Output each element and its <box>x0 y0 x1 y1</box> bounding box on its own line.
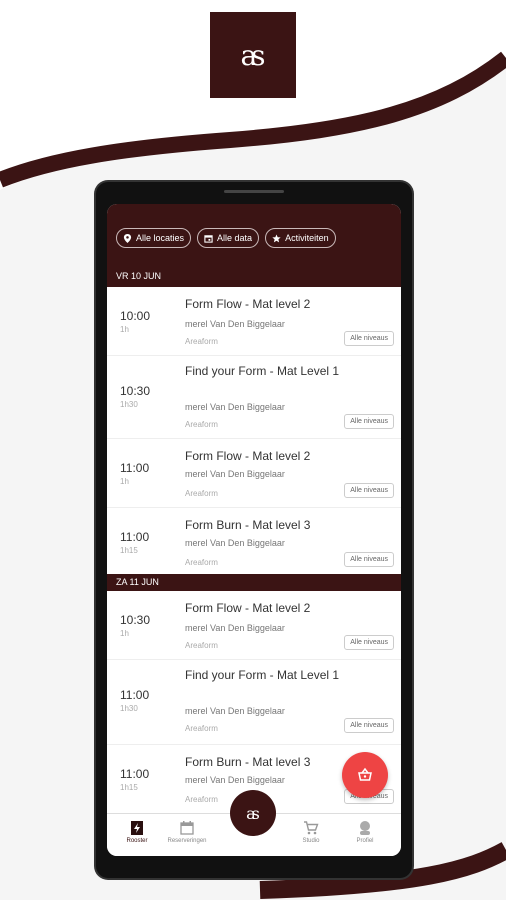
class-title: Find your Form - Mat Level 1 <box>185 668 340 682</box>
filter-dates[interactable]: Alle data <box>197 228 260 248</box>
class-time: 10:00 <box>120 309 151 323</box>
tab-label: Studio <box>302 838 320 844</box>
tab-studio[interactable]: Studio <box>291 820 331 844</box>
class-title: Form Flow - Mat level 2 <box>185 601 311 615</box>
class-row[interactable]: 10:30 1h Form Flow - Mat level 2 merel V… <box>107 591 401 660</box>
class-time: 11:00 <box>120 688 150 702</box>
tab-reserveringen[interactable]: Reserveringen <box>167 820 207 844</box>
class-duration: 1h30 <box>120 704 138 713</box>
filter-label: Alle data <box>217 233 253 243</box>
level-badge: Alle niveaus <box>344 718 394 733</box>
map-pin-icon <box>123 233 132 243</box>
class-duration: 1h <box>120 477 129 486</box>
logo-text: as <box>240 38 265 72</box>
class-row[interactable]: 10:00 1h Form Flow - Mat level 2 merel V… <box>107 287 401 356</box>
class-teacher: merel Van Den Biggelaar <box>185 775 285 785</box>
center-logo-button[interactable]: as <box>230 790 276 836</box>
class-duration: 1h15 <box>120 783 138 792</box>
schedule-icon <box>129 820 145 836</box>
logo-text: as <box>246 803 260 823</box>
filter-label: Alle locaties <box>136 233 185 243</box>
calendar-icon <box>204 234 213 243</box>
class-location: Areaform <box>185 724 218 733</box>
class-row[interactable]: 11:00 1h15 Form Burn - Mat level 3 merel… <box>107 508 401 574</box>
class-teacher: merel Van Den Biggelaar <box>185 402 285 412</box>
tab-label: Profiel <box>356 838 374 844</box>
class-location: Areaform <box>185 420 218 429</box>
tab-rooster[interactable]: Rooster <box>117 820 157 844</box>
tab-label: Reserveringen <box>167 838 207 844</box>
class-teacher: merel Van Den Biggelaar <box>185 469 285 479</box>
class-title: Form Burn - Mat level 3 <box>185 755 311 769</box>
class-teacher: merel Van Den Biggelaar <box>185 538 285 548</box>
tab-profiel[interactable]: Profiel <box>345 820 385 844</box>
class-title: Form Burn - Mat level 3 <box>185 518 311 532</box>
class-duration: 1h <box>120 325 129 334</box>
class-location: Areaform <box>185 558 218 567</box>
class-duration: 1h15 <box>120 546 138 555</box>
class-row[interactable]: 11:00 1h30 Find your Form - Mat Level 1 … <box>107 660 401 745</box>
cart-icon <box>303 820 319 836</box>
tab-label: Rooster <box>126 838 148 844</box>
filter-activities[interactable]: Activiteiten <box>265 228 336 248</box>
profile-icon <box>357 820 373 836</box>
class-time: 10:30 <box>120 613 151 627</box>
class-time: 11:00 <box>120 461 150 475</box>
class-time: 11:00 <box>120 530 150 544</box>
star-icon <box>272 233 281 242</box>
phone-notch <box>224 190 284 193</box>
class-location: Areaform <box>185 641 218 650</box>
class-row[interactable]: 10:30 1h30 Find your Form - Mat Level 1 … <box>107 356 401 439</box>
class-duration: 1h <box>120 629 129 638</box>
calendar-icon <box>179 820 195 836</box>
class-duration: 1h30 <box>120 400 138 409</box>
class-teacher: merel Van Den Biggelaar <box>185 623 285 633</box>
app-logo: as <box>210 12 296 98</box>
cart-fab-button[interactable] <box>342 752 388 798</box>
class-location: Areaform <box>185 337 218 346</box>
class-teacher: merel Van Den Biggelaar <box>185 706 285 716</box>
bottom-tab-bar: Rooster Reserveringen as Studio Profiel <box>107 790 401 856</box>
filter-locations[interactable]: Alle locaties <box>116 228 192 248</box>
day-header: VR 10 JUN <box>116 271 162 281</box>
level-badge: Alle niveaus <box>344 414 394 429</box>
level-badge: Alle niveaus <box>344 635 394 650</box>
class-time: 11:00 <box>120 767 150 781</box>
filter-label: Activiteiten <box>285 233 329 243</box>
class-time: 10:30 <box>120 384 151 398</box>
class-row[interactable]: 11:00 1h Form Flow - Mat level 2 merel V… <box>107 439 401 508</box>
class-title: Form Flow - Mat level 2 <box>185 449 311 463</box>
class-title: Find your Form - Mat Level 1 <box>185 364 340 378</box>
class-location: Areaform <box>185 795 218 804</box>
class-list: 10:00 1h Form Flow - Mat level 2 merel V… <box>107 287 401 814</box>
class-location: Areaform <box>185 489 218 498</box>
level-badge: Alle niveaus <box>344 331 394 346</box>
class-title: Form Flow - Mat level 2 <box>185 297 311 311</box>
level-badge: Alle niveaus <box>344 552 394 567</box>
basket-icon <box>358 767 372 781</box>
level-badge: Alle niveaus <box>344 483 394 498</box>
day-header: ZA 11 JUN <box>107 574 401 591</box>
filter-bar: Alle locaties Alle data Activiteiten <box>116 228 336 248</box>
class-teacher: merel Van Den Biggelaar <box>185 319 285 329</box>
